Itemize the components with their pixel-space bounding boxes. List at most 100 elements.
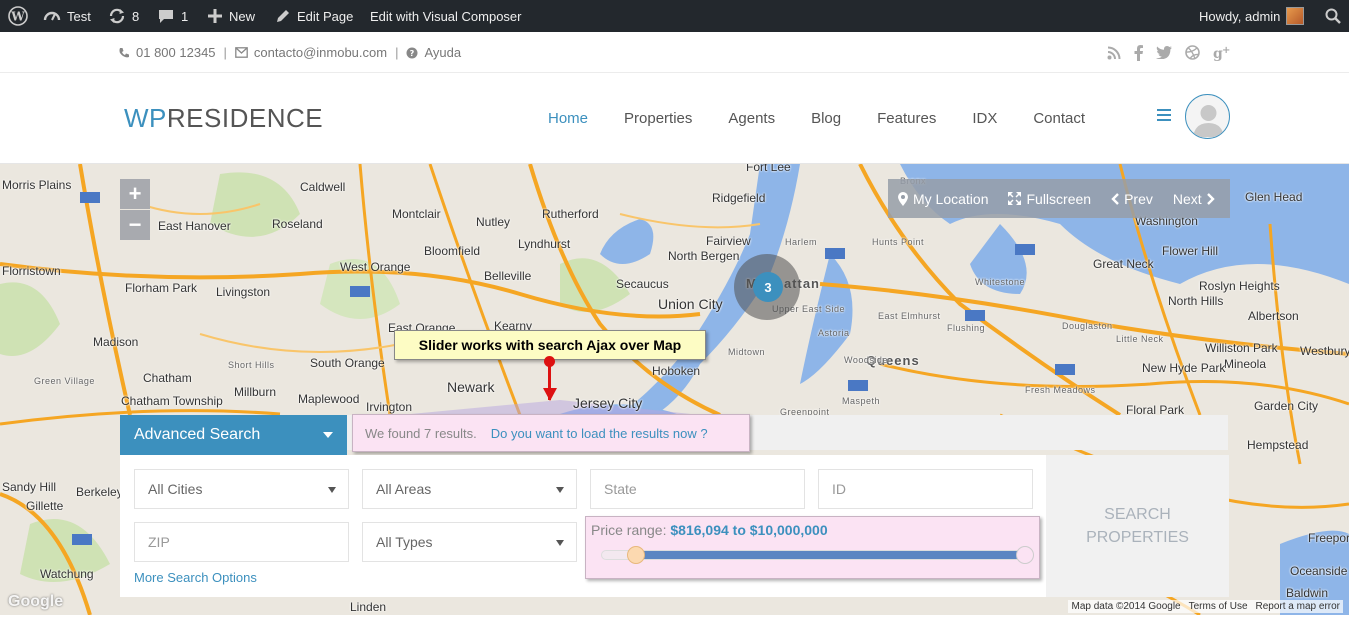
- edit-page-label: Edit Page: [297, 8, 354, 24]
- fullscreen-button[interactable]: Fullscreen: [998, 191, 1101, 207]
- zip-input[interactable]: ZIP: [134, 522, 349, 562]
- map-label: Livingston: [216, 285, 271, 299]
- map-label: Belleville: [484, 269, 532, 283]
- price-max-handle[interactable]: [1016, 546, 1034, 564]
- site-name-link[interactable]: Test: [43, 0, 91, 32]
- map-label: Nutley: [476, 215, 511, 229]
- load-results-link[interactable]: Do you want to load the results now ?: [491, 426, 708, 441]
- map-label: Union City: [658, 296, 723, 312]
- map-label: Lyndhurst: [518, 237, 571, 251]
- nav-home[interactable]: Home: [530, 110, 606, 127]
- report-error-link[interactable]: Report a map error: [1256, 601, 1340, 612]
- site-logo[interactable]: WPRESIDENCE: [124, 103, 323, 134]
- types-select[interactable]: All Types: [362, 522, 577, 562]
- map-label: Fairview: [706, 234, 751, 248]
- facebook-icon[interactable]: [1134, 44, 1143, 61]
- zoom-in-button[interactable]: +: [120, 179, 150, 209]
- nav-agents[interactable]: Agents: [710, 110, 793, 127]
- map-label: Fort Lee: [746, 164, 791, 174]
- cities-value: All Cities: [148, 481, 203, 497]
- price-track[interactable]: [601, 546, 1034, 564]
- map-label: Great Neck: [1093, 257, 1154, 271]
- map-label: Glen Head: [1245, 190, 1303, 204]
- map-label: Mineola: [1224, 357, 1267, 371]
- edit-page-link[interactable]: Edit Page: [275, 0, 353, 32]
- map-label: Flower Hill: [1162, 244, 1219, 258]
- comments-link[interactable]: 1: [157, 0, 188, 32]
- page-bottom: [0, 615, 1349, 643]
- map-label: East Hanover: [158, 219, 231, 233]
- map-label: South Orange: [310, 356, 385, 370]
- help-link[interactable]: Ayuda: [424, 45, 461, 60]
- visual-composer-link[interactable]: Edit with Visual Composer: [370, 0, 522, 32]
- phone-number[interactable]: 01 800 12345: [136, 45, 216, 60]
- cities-select[interactable]: All Cities: [134, 469, 349, 509]
- nav-properties[interactable]: Properties: [606, 110, 710, 127]
- prev-label: Prev: [1124, 190, 1153, 207]
- zoom-out-button[interactable]: −: [120, 210, 150, 240]
- map-label: Flushing: [947, 323, 986, 333]
- map-label: Hunts Point: [872, 237, 925, 247]
- marker-cluster[interactable]: 3: [734, 254, 800, 320]
- new-content-link[interactable]: New: [207, 0, 255, 32]
- map-label: Chatham: [143, 371, 192, 385]
- map-label: Garden City: [1254, 399, 1319, 413]
- map-label: Astoria: [818, 328, 850, 338]
- search-properties-button[interactable]: SEARCH PROPERTIES: [1046, 455, 1229, 597]
- prev-button[interactable]: Prev: [1101, 191, 1163, 207]
- map-label: Florristown: [2, 264, 61, 278]
- annotation-arrow-head: [543, 388, 557, 401]
- map-label: North Hills: [1168, 294, 1224, 308]
- areas-select[interactable]: All Areas: [362, 469, 577, 509]
- menu-bars-icon[interactable]: [1157, 109, 1171, 124]
- map-label: Secaucus: [616, 277, 669, 291]
- terms-link[interactable]: Terms of Use: [1189, 601, 1248, 612]
- map-data-text: Map data ©2014 Google: [1071, 601, 1181, 612]
- id-input[interactable]: ID: [818, 469, 1033, 509]
- fullscreen-label: Fullscreen: [1026, 190, 1092, 207]
- map-label: Irvington: [366, 400, 413, 414]
- next-button[interactable]: Next: [1163, 191, 1225, 207]
- advanced-search-toggle[interactable]: Advanced Search: [120, 415, 347, 455]
- map-label: Douglaston: [1062, 321, 1113, 331]
- nav-idx[interactable]: IDX: [954, 110, 1015, 127]
- main-nav: Home Properties Agents Blog Features IDX…: [530, 73, 1103, 164]
- more-search-options-link[interactable]: More Search Options: [134, 570, 257, 585]
- dribbble-icon[interactable]: [1185, 45, 1200, 60]
- map-label: Little Neck: [1116, 334, 1164, 344]
- twitter-icon[interactable]: [1156, 46, 1172, 59]
- email-link[interactable]: contacto@inmobu.com: [254, 45, 387, 60]
- map-controls: My Location Fullscreen Prev Next: [888, 179, 1230, 218]
- map-label: West Orange: [340, 260, 411, 274]
- state-input[interactable]: State: [590, 469, 805, 509]
- nav-blog[interactable]: Blog: [793, 110, 859, 127]
- nav-features[interactable]: Features: [859, 110, 954, 127]
- user-avatar[interactable]: [1185, 94, 1230, 139]
- price-range-value: $816,094 to $10,000,000: [670, 522, 828, 538]
- map-label: East Elmhurst: [878, 311, 941, 321]
- my-location-button[interactable]: My Location: [888, 191, 998, 207]
- price-min-handle[interactable]: [626, 546, 645, 564]
- greeting: Howdy, admin: [1199, 8, 1281, 24]
- rss-icon[interactable]: [1107, 46, 1121, 60]
- my-account-link[interactable]: Howdy, admin: [1199, 0, 1305, 32]
- wordpress-logo-icon[interactable]: W: [8, 0, 28, 32]
- nav-contact[interactable]: Contact: [1015, 110, 1103, 127]
- map-label: Oceanside: [1290, 564, 1348, 578]
- updates-link[interactable]: 8: [108, 0, 139, 32]
- map-label: New Hyde Park: [1142, 361, 1226, 375]
- divider: |: [395, 45, 399, 60]
- social-links: g +: [1107, 32, 1231, 73]
- map-label: Short Hills: [228, 360, 275, 370]
- svg-text:W: W: [10, 10, 25, 24]
- comment-icon: [159, 10, 173, 23]
- logo-suffix: RESIDENCE: [166, 103, 324, 133]
- dropdown-arrow-icon: [328, 487, 336, 493]
- annotation-arrow-dot: [544, 356, 555, 367]
- price-label-text: Price range:: [591, 522, 667, 538]
- google-plus-icon[interactable]: g +: [1213, 45, 1231, 61]
- map-label: Montclair: [392, 207, 441, 221]
- admin-search-icon[interactable]: [1325, 0, 1341, 32]
- map-label: Newark: [447, 379, 495, 395]
- updates-icon: [109, 8, 125, 24]
